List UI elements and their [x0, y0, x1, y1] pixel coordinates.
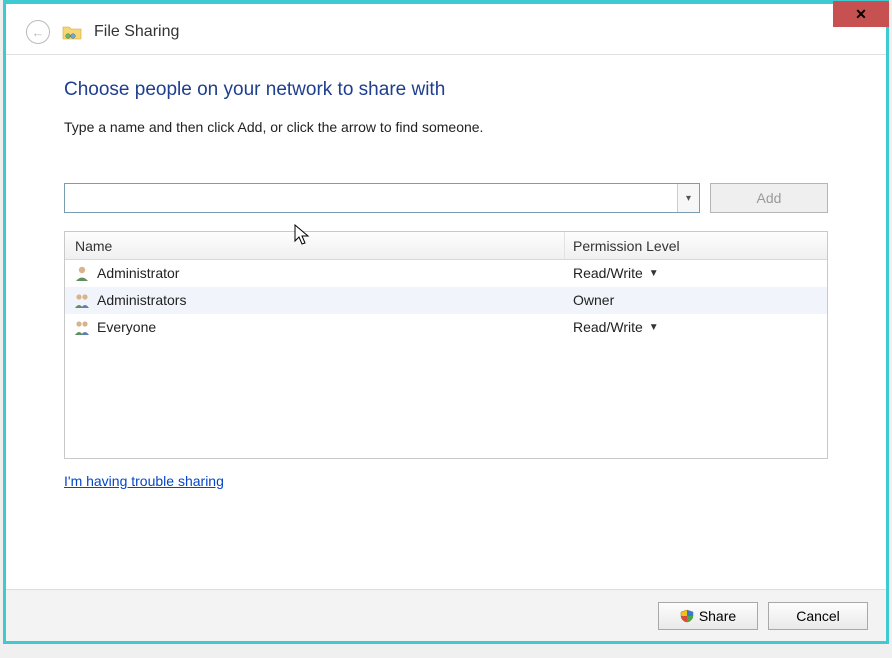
window-header: ← File Sharing	[6, 4, 886, 55]
cancel-button-label: Cancel	[796, 608, 840, 624]
share-button[interactable]: Share	[658, 602, 758, 630]
share-button-label: Share	[699, 608, 736, 624]
cell-name: Everyone	[65, 318, 565, 336]
folder-share-icon	[62, 23, 82, 41]
chevron-down-icon: ▼	[649, 322, 659, 333]
name-combobox[interactable]: ▾	[64, 183, 700, 213]
chevron-down-icon: ▾	[686, 193, 691, 204]
column-header-name[interactable]: Name	[65, 232, 565, 259]
row-name: Everyone	[97, 319, 156, 335]
permissions-table: Name Permission Level Administrator Read…	[64, 231, 828, 459]
chevron-down-icon: ▼	[649, 268, 659, 279]
arrow-left-icon: ←	[32, 25, 45, 40]
table-row[interactable]: Administrators Owner	[65, 287, 827, 314]
cell-permission[interactable]: Read/Write ▼	[565, 265, 827, 281]
table-row[interactable]: Everyone Read/Write ▼	[65, 314, 827, 341]
window-close-button[interactable]: ✕	[833, 1, 889, 27]
uac-shield-icon	[680, 609, 694, 623]
row-permission: Read/Write	[573, 319, 643, 335]
table-header: Name Permission Level	[65, 232, 827, 260]
table-row[interactable]: Administrator Read/Write ▼	[65, 260, 827, 287]
add-user-row: ▾ Add	[64, 183, 828, 213]
row-name: Administrators	[97, 292, 186, 308]
cell-permission[interactable]: Read/Write ▼	[565, 319, 827, 335]
window-title: File Sharing	[94, 23, 179, 41]
cell-name: Administrators	[65, 291, 565, 309]
back-button[interactable]: ←	[26, 20, 50, 44]
row-name: Administrator	[97, 265, 179, 281]
row-permission: Read/Write	[573, 265, 643, 281]
close-icon: ✕	[855, 6, 867, 23]
table-body: Administrator Read/Write ▼ Administrator…	[65, 260, 827, 341]
group-icon	[73, 291, 91, 309]
dialog-footer: Share Cancel	[6, 589, 886, 641]
column-header-permission[interactable]: Permission Level	[565, 238, 827, 254]
file-sharing-window: ✕ ← File Sharing Choose people on your n…	[3, 0, 889, 644]
page-heading: Choose people on your network to share w…	[64, 79, 828, 101]
cell-name: Administrator	[65, 264, 565, 282]
row-permission: Owner	[573, 292, 614, 308]
instruction-text: Type a name and then click Add, or click…	[64, 119, 828, 135]
combobox-dropdown-arrow[interactable]: ▾	[677, 184, 699, 212]
cancel-button[interactable]: Cancel	[768, 602, 868, 630]
content-area: Choose people on your network to share w…	[6, 55, 886, 489]
cell-permission[interactable]: Owner	[565, 292, 827, 308]
name-input[interactable]	[65, 184, 677, 212]
group-icon	[73, 318, 91, 336]
user-icon	[73, 264, 91, 282]
trouble-sharing-link[interactable]: I'm having trouble sharing	[64, 473, 224, 489]
add-button[interactable]: Add	[710, 183, 828, 213]
